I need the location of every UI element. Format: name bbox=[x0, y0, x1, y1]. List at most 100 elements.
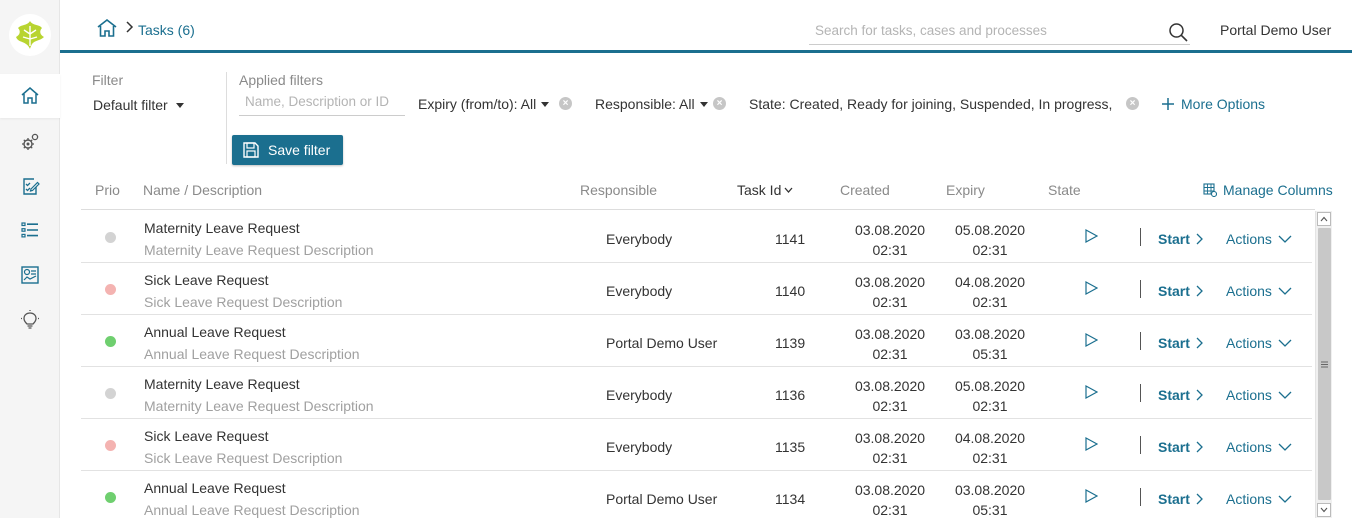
more-options-label: More Options bbox=[1181, 96, 1266, 112]
column-header-prio[interactable]: Prio bbox=[95, 182, 120, 198]
list-icon bbox=[21, 222, 38, 238]
manage-columns-button[interactable]: Manage Columns bbox=[1203, 182, 1333, 198]
task-expiry: 05.08.2020 02:31 bbox=[950, 376, 1030, 416]
column-header-name[interactable]: Name / Description bbox=[143, 182, 262, 198]
sort-desc-icon bbox=[784, 187, 793, 193]
filter-dropdown[interactable]: Default filter bbox=[93, 97, 184, 113]
table-row[interactable]: Sick Leave Request Sick Leave Request De… bbox=[81, 419, 1312, 471]
table-settings-icon bbox=[1203, 183, 1217, 197]
caret-down-icon bbox=[175, 102, 184, 108]
task-responsible: Portal Demo User bbox=[606, 491, 718, 507]
table-row[interactable]: Sick Leave Request Sick Leave Request De… bbox=[81, 263, 1312, 315]
search-icon[interactable] bbox=[1168, 22, 1188, 42]
sidebar-item-tasks[interactable] bbox=[0, 164, 60, 208]
breadcrumb-current[interactable]: Tasks (6) bbox=[138, 22, 195, 38]
task-id: 1136 bbox=[775, 387, 806, 403]
sidebar-item-processes[interactable] bbox=[0, 120, 60, 164]
table-row[interactable]: Maternity Leave Request Maternity Leave … bbox=[81, 211, 1312, 263]
responsible-filter-label: Responsible: All bbox=[595, 96, 695, 112]
remove-expiry-filter-icon[interactable]: × bbox=[559, 97, 572, 110]
chevron-down-icon bbox=[1278, 391, 1292, 399]
scrollbar-thumb[interactable] bbox=[1318, 228, 1331, 500]
sidebar bbox=[0, 0, 60, 518]
expiry-time: 02:31 bbox=[972, 398, 1008, 414]
table-row[interactable]: Annual Leave Request Annual Leave Reques… bbox=[81, 471, 1312, 518]
state-play-icon bbox=[1085, 385, 1098, 399]
column-header-task-id[interactable]: Task Id bbox=[737, 182, 793, 198]
start-task-button[interactable]: Start bbox=[1158, 439, 1203, 455]
name-filter-input[interactable] bbox=[239, 94, 399, 109]
task-created: 03.08.2020 02:31 bbox=[850, 428, 930, 468]
ivy-leaf-logo-icon bbox=[16, 21, 44, 49]
start-task-button[interactable]: Start bbox=[1158, 491, 1203, 507]
actions-label: Actions bbox=[1226, 387, 1272, 403]
user-menu[interactable]: Portal Demo User bbox=[1220, 22, 1331, 38]
column-header-expiry[interactable]: Expiry bbox=[946, 182, 985, 198]
task-name: Sick Leave Request bbox=[144, 272, 269, 288]
column-header-responsible[interactable]: Responsible bbox=[580, 182, 657, 198]
expiry-filter-chip[interactable]: Expiry (from/to): All bbox=[418, 96, 550, 112]
filter-divider bbox=[226, 72, 227, 164]
state-play-icon bbox=[1085, 489, 1098, 503]
column-header-state[interactable]: State bbox=[1048, 182, 1081, 198]
action-separator bbox=[1140, 488, 1141, 506]
task-actions-menu[interactable]: Actions bbox=[1226, 491, 1292, 507]
start-task-button[interactable]: Start bbox=[1158, 231, 1203, 247]
created-time: 02:31 bbox=[872, 242, 908, 258]
task-description: Sick Leave Request Description bbox=[144, 294, 343, 310]
save-filter-button[interactable]: Save filter bbox=[232, 135, 343, 165]
task-created: 03.08.2020 02:31 bbox=[850, 324, 930, 364]
table-row[interactable]: Maternity Leave Request Maternity Leave … bbox=[81, 367, 1312, 419]
task-responsible: Everybody bbox=[606, 387, 673, 403]
sidebar-item-home[interactable] bbox=[0, 74, 60, 118]
chevron-right-icon bbox=[1196, 337, 1203, 349]
task-id: 1134 bbox=[775, 491, 806, 507]
actions-label: Actions bbox=[1226, 491, 1272, 507]
task-name: Annual Leave Request bbox=[144, 480, 286, 496]
global-search bbox=[809, 18, 1190, 45]
expiry-date: 04.08.2020 bbox=[954, 274, 1026, 290]
search-input[interactable] bbox=[809, 18, 1149, 42]
more-options-button[interactable]: More Options bbox=[1161, 96, 1265, 112]
created-date: 03.08.2020 bbox=[854, 222, 926, 238]
responsible-filter-chip[interactable]: Responsible: All bbox=[595, 96, 708, 112]
grip-icon bbox=[1321, 361, 1328, 367]
column-header-created[interactable]: Created bbox=[840, 182, 890, 198]
start-task-button[interactable]: Start bbox=[1158, 283, 1203, 299]
remove-state-filter-icon[interactable]: × bbox=[1126, 97, 1139, 110]
expiry-time: 05:31 bbox=[972, 502, 1008, 518]
chevron-down-icon bbox=[1278, 495, 1292, 503]
lightbulb-icon bbox=[21, 310, 39, 329]
remove-responsible-filter-icon[interactable]: × bbox=[713, 97, 726, 110]
task-actions-menu[interactable]: Actions bbox=[1226, 335, 1292, 351]
state-play-icon bbox=[1085, 229, 1098, 243]
filter-selected-value: Default filter bbox=[93, 97, 168, 113]
start-task-button[interactable]: Start bbox=[1158, 335, 1203, 351]
state-filter-chip[interactable]: State: Created, Ready for joining, Suspe… bbox=[749, 96, 1112, 112]
start-label: Start bbox=[1158, 335, 1190, 351]
task-list-scrollbar[interactable] bbox=[1315, 211, 1332, 518]
task-actions-menu[interactable]: Actions bbox=[1226, 283, 1292, 299]
sidebar-item-cases[interactable] bbox=[0, 208, 60, 252]
task-description: Maternity Leave Request Description bbox=[144, 242, 374, 258]
task-actions-menu[interactable]: Actions bbox=[1226, 231, 1292, 247]
task-name: Maternity Leave Request bbox=[144, 376, 300, 392]
top-header: Tasks (6) Portal Demo User bbox=[60, 0, 1352, 53]
start-label: Start bbox=[1158, 439, 1190, 455]
table-row[interactable]: Annual Leave Request Annual Leave Reques… bbox=[81, 315, 1312, 367]
sidebar-item-ideas[interactable] bbox=[0, 298, 60, 342]
expiry-date: 04.08.2020 bbox=[954, 430, 1026, 446]
chevron-right-icon bbox=[1196, 493, 1203, 505]
scroll-down-button[interactable] bbox=[1317, 503, 1331, 517]
sidebar-item-statistics[interactable] bbox=[0, 253, 60, 297]
expiry-time: 02:31 bbox=[972, 294, 1008, 310]
home-icon bbox=[21, 87, 39, 104]
scroll-up-button[interactable] bbox=[1317, 212, 1331, 226]
state-filter-label: State: Created, Ready for joining, Suspe… bbox=[749, 96, 1113, 112]
floppy-disk-icon bbox=[243, 142, 259, 158]
breadcrumb-home-icon[interactable] bbox=[97, 19, 117, 37]
portal-logo[interactable] bbox=[9, 14, 51, 56]
task-actions-menu[interactable]: Actions bbox=[1226, 387, 1292, 403]
start-task-button[interactable]: Start bbox=[1158, 387, 1203, 403]
task-actions-menu[interactable]: Actions bbox=[1226, 439, 1292, 455]
